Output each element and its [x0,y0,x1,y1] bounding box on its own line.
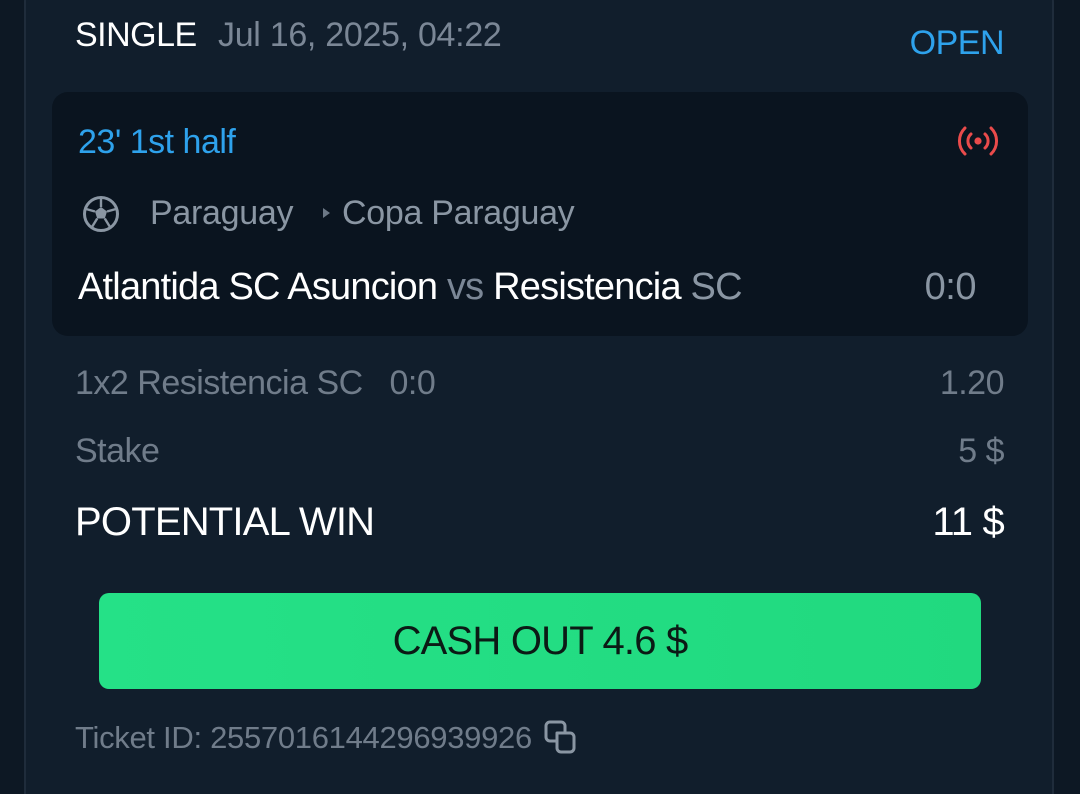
event-country: Paraguay [150,194,294,232]
event-league: Copa Paraguay [342,194,575,232]
event-panel[interactable]: 23' 1st half Paraguay Copa Paraguay Atla… [52,92,1028,336]
copy-icon[interactable] [542,718,580,756]
event-teams: Atlantida SC Asuncion vs Resistencia SC [78,266,743,309]
bet-date: Jul 16, 2025, 04:22 [218,16,502,54]
chevron-right-icon [323,208,330,218]
bet-type: SINGLE [75,16,197,54]
soccer-ball-icon [83,196,119,232]
event-score: 0:0 [924,266,977,308]
selection-market: 1x2 Resistencia SC 0:0 [75,364,436,402]
live-time: 23' 1st half [78,123,236,161]
away-team: Resistencia [493,266,681,308]
home-team: Atlantida SC Asuncion [78,266,438,308]
potential-win-label: POTENTIAL WIN [75,500,375,544]
potential-win-value: 11 $ [932,500,1004,544]
broadcast-icon [958,126,998,156]
stake-label: Stake [75,432,160,470]
bet-slip-page: SINGLE Jul 16, 2025, 04:22 OPEN 23' 1st … [0,0,1080,794]
selection-odds: 1.20 [939,364,1005,402]
bet-status-badge: OPEN [909,24,1005,62]
away-team-suffix: SC [690,266,743,308]
stake-value: 5 $ [958,432,1004,470]
cash-out-label: CASH OUT 4.6 $ [392,618,689,663]
cash-out-button[interactable]: CASH OUT 4.6 $ [99,593,981,689]
vs-label: vs [446,266,484,308]
ticket-id: Ticket ID: 2557016144296939926 [75,720,532,755]
